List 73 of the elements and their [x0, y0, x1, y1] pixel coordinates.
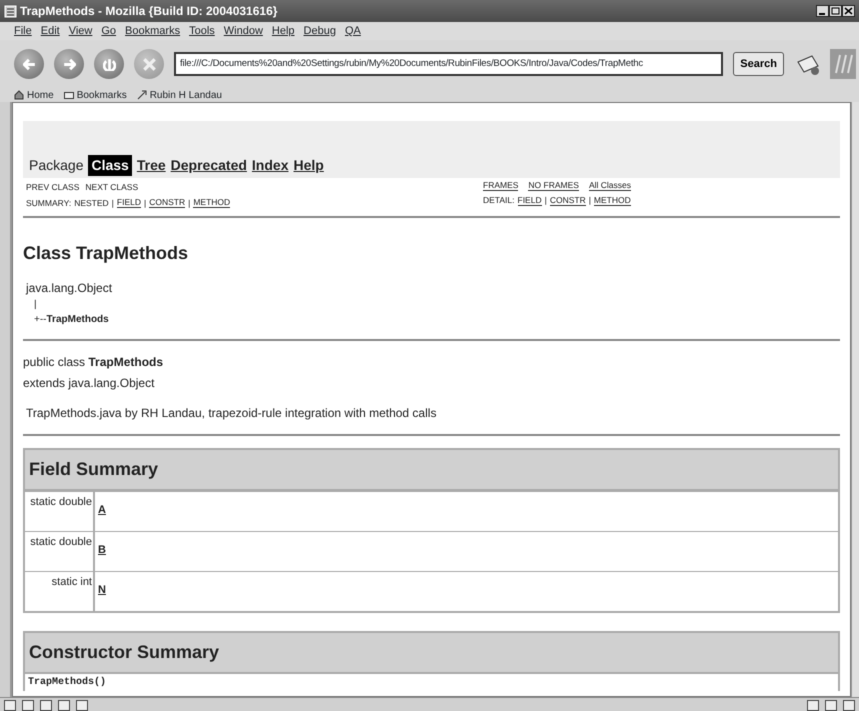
- hierarchy-line: +--TrapMethods: [33, 312, 110, 326]
- nav-item[interactable]: Help: [294, 155, 324, 176]
- nav-link-text[interactable]: METHOD: [193, 198, 230, 208]
- nav-item[interactable]: Index: [252, 155, 288, 176]
- arrow-right-icon: [62, 58, 76, 70]
- nav-link-text[interactable]: NO FRAMES: [528, 181, 579, 192]
- hierarchy-line: |: [33, 298, 38, 312]
- nav-text: SUMMARY:: [26, 196, 72, 210]
- window-title: TrapMethods - Mozilla {Build ID: 2004031616}: [20, 3, 278, 20]
- menu-item[interactable]: Help: [272, 22, 295, 40]
- field-name-link[interactable]: N: [95, 572, 109, 610]
- class-heading: Class TrapMethods: [23, 242, 190, 265]
- reload-icon: [102, 58, 116, 70]
- nav-text: |: [188, 196, 190, 210]
- back-button[interactable]: [14, 49, 44, 79]
- x-icon: [142, 58, 156, 70]
- menu-item[interactable]: Window: [224, 22, 263, 40]
- bookmark-link[interactable]: Rubin H Landau: [136, 88, 222, 102]
- field-name-link[interactable]: A: [95, 492, 109, 530]
- search-button[interactable]: Search: [733, 52, 784, 76]
- menu-item[interactable]: File: [14, 22, 32, 40]
- menu-item[interactable]: Tools: [189, 22, 215, 40]
- nav-link-text[interactable]: METHOD: [594, 196, 631, 206]
- reload-button[interactable]: [94, 49, 124, 79]
- nav-link-text[interactable]: FRAMES: [483, 181, 518, 192]
- nav-link-text[interactable]: FIELD: [116, 198, 141, 208]
- bookmark-link[interactable]: Bookmarks: [64, 88, 127, 102]
- nav-link-text[interactable]: CONSTR: [149, 198, 186, 208]
- nav-text: |: [588, 194, 591, 208]
- declaration-line: extends java.lang.Object: [23, 374, 156, 392]
- nav-link-text[interactable]: CONSTR: [550, 196, 586, 206]
- hierarchy-line: java.lang.Object: [26, 280, 114, 296]
- field-type: static double: [25, 492, 95, 530]
- nav-text: |: [544, 194, 547, 208]
- nav-text: |: [144, 196, 146, 210]
- section-header: Constructor Summary: [25, 632, 838, 674]
- house-icon: [14, 90, 24, 100]
- nav-item[interactable]: Deprecated: [170, 155, 247, 176]
- constructor-link[interactable]: TrapMethods(): [25, 674, 838, 690]
- nav-text: NEXT CLASS: [85, 181, 138, 194]
- menu-item[interactable]: Bookmarks: [125, 22, 180, 40]
- menu-item[interactable]: Debug: [304, 22, 336, 40]
- folder-icon: [64, 90, 74, 100]
- nav-text: PREV CLASS: [26, 181, 80, 194]
- section-header: Field Summary: [25, 450, 838, 490]
- bookmark-link[interactable]: Home: [14, 88, 54, 102]
- menu-item[interactable]: Edit: [40, 22, 60, 40]
- minimize-button[interactable]: [816, 5, 829, 17]
- arrow-left-icon: [22, 58, 36, 70]
- menu-item[interactable]: View: [68, 22, 92, 40]
- url-field[interactable]: file:///C:/Documents%20and%20Settings/rubin/My%20Documents/RubinFiles/BOOKS/Intro/Java/Codes/TrapMethc: [174, 52, 724, 76]
- nav-link-text[interactable]: FIELD: [518, 196, 542, 206]
- close-button[interactable]: [842, 5, 855, 17]
- maximize-button[interactable]: [829, 5, 842, 17]
- field-type: static int: [25, 572, 95, 610]
- nav-text: |: [112, 196, 114, 210]
- menu-item[interactable]: QA: [344, 22, 361, 40]
- menu-item[interactable]: Go: [101, 22, 116, 40]
- nav-text: NESTED: [74, 196, 109, 210]
- nav-text: DETAIL:: [483, 194, 514, 208]
- nav-item[interactable]: Class: [88, 155, 132, 176]
- class-description: TrapMethods.java by RH Landau, trapezoid-rule integration with method calls: [25, 404, 438, 422]
- app-icon: [4, 4, 17, 18]
- field-type: static double: [25, 532, 95, 570]
- declaration-line: public class TrapMethods: [23, 354, 164, 370]
- browser-logo-icon: [830, 49, 856, 79]
- nav-item[interactable]: Tree: [136, 155, 166, 176]
- forward-button[interactable]: [54, 49, 84, 79]
- nav-link-text[interactable]: All Classes: [588, 181, 631, 192]
- bookmark-icon: [136, 90, 147, 100]
- field-name-link[interactable]: B: [95, 532, 109, 570]
- vertical-scrollbar[interactable]: [851, 102, 859, 697]
- sidebar-grip[interactable]: [0, 102, 12, 697]
